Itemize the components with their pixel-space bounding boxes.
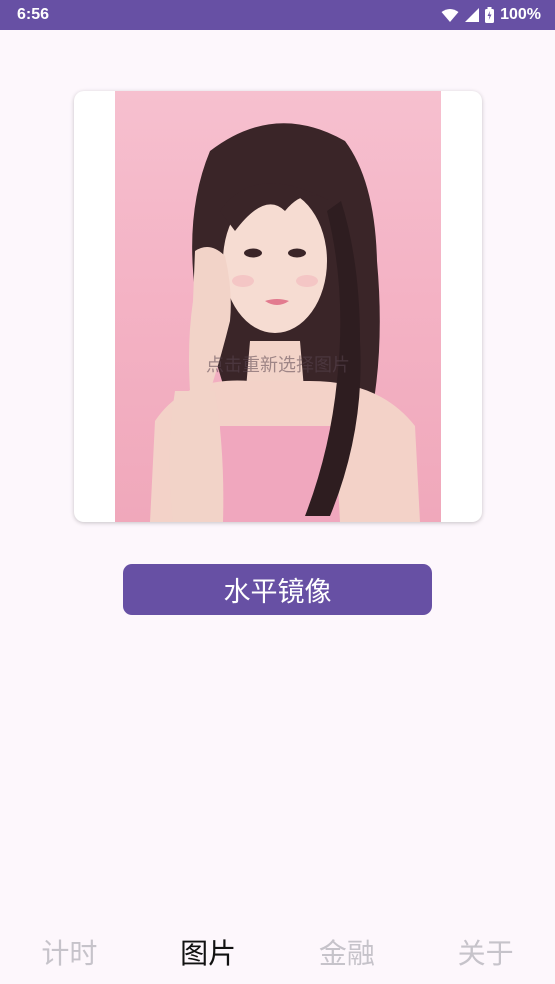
tab-finance[interactable]: 金融 xyxy=(278,920,417,984)
battery-icon xyxy=(485,7,495,23)
reselect-image-hint: 点击重新选择图片 xyxy=(206,355,350,376)
selected-photo: 点击重新选择图片 xyxy=(115,91,441,522)
image-picker-card[interactable]: 点击重新选择图片 xyxy=(74,91,482,522)
cellular-signal-icon xyxy=(465,8,480,22)
status-bar: 6:56 100% xyxy=(0,0,555,30)
battery-percent: 100% xyxy=(500,6,541,23)
horizontal-mirror-button[interactable]: 水平镜像 xyxy=(123,564,432,615)
bottom-nav: 计时 图片 金融 关于 xyxy=(0,920,555,984)
tab-image[interactable]: 图片 xyxy=(139,920,278,984)
status-icons: 100% xyxy=(441,6,541,24)
tab-about[interactable]: 关于 xyxy=(416,920,555,984)
tab-timer[interactable]: 计时 xyxy=(0,920,139,984)
status-time: 6:56 xyxy=(17,6,50,23)
wifi-icon xyxy=(441,8,459,23)
